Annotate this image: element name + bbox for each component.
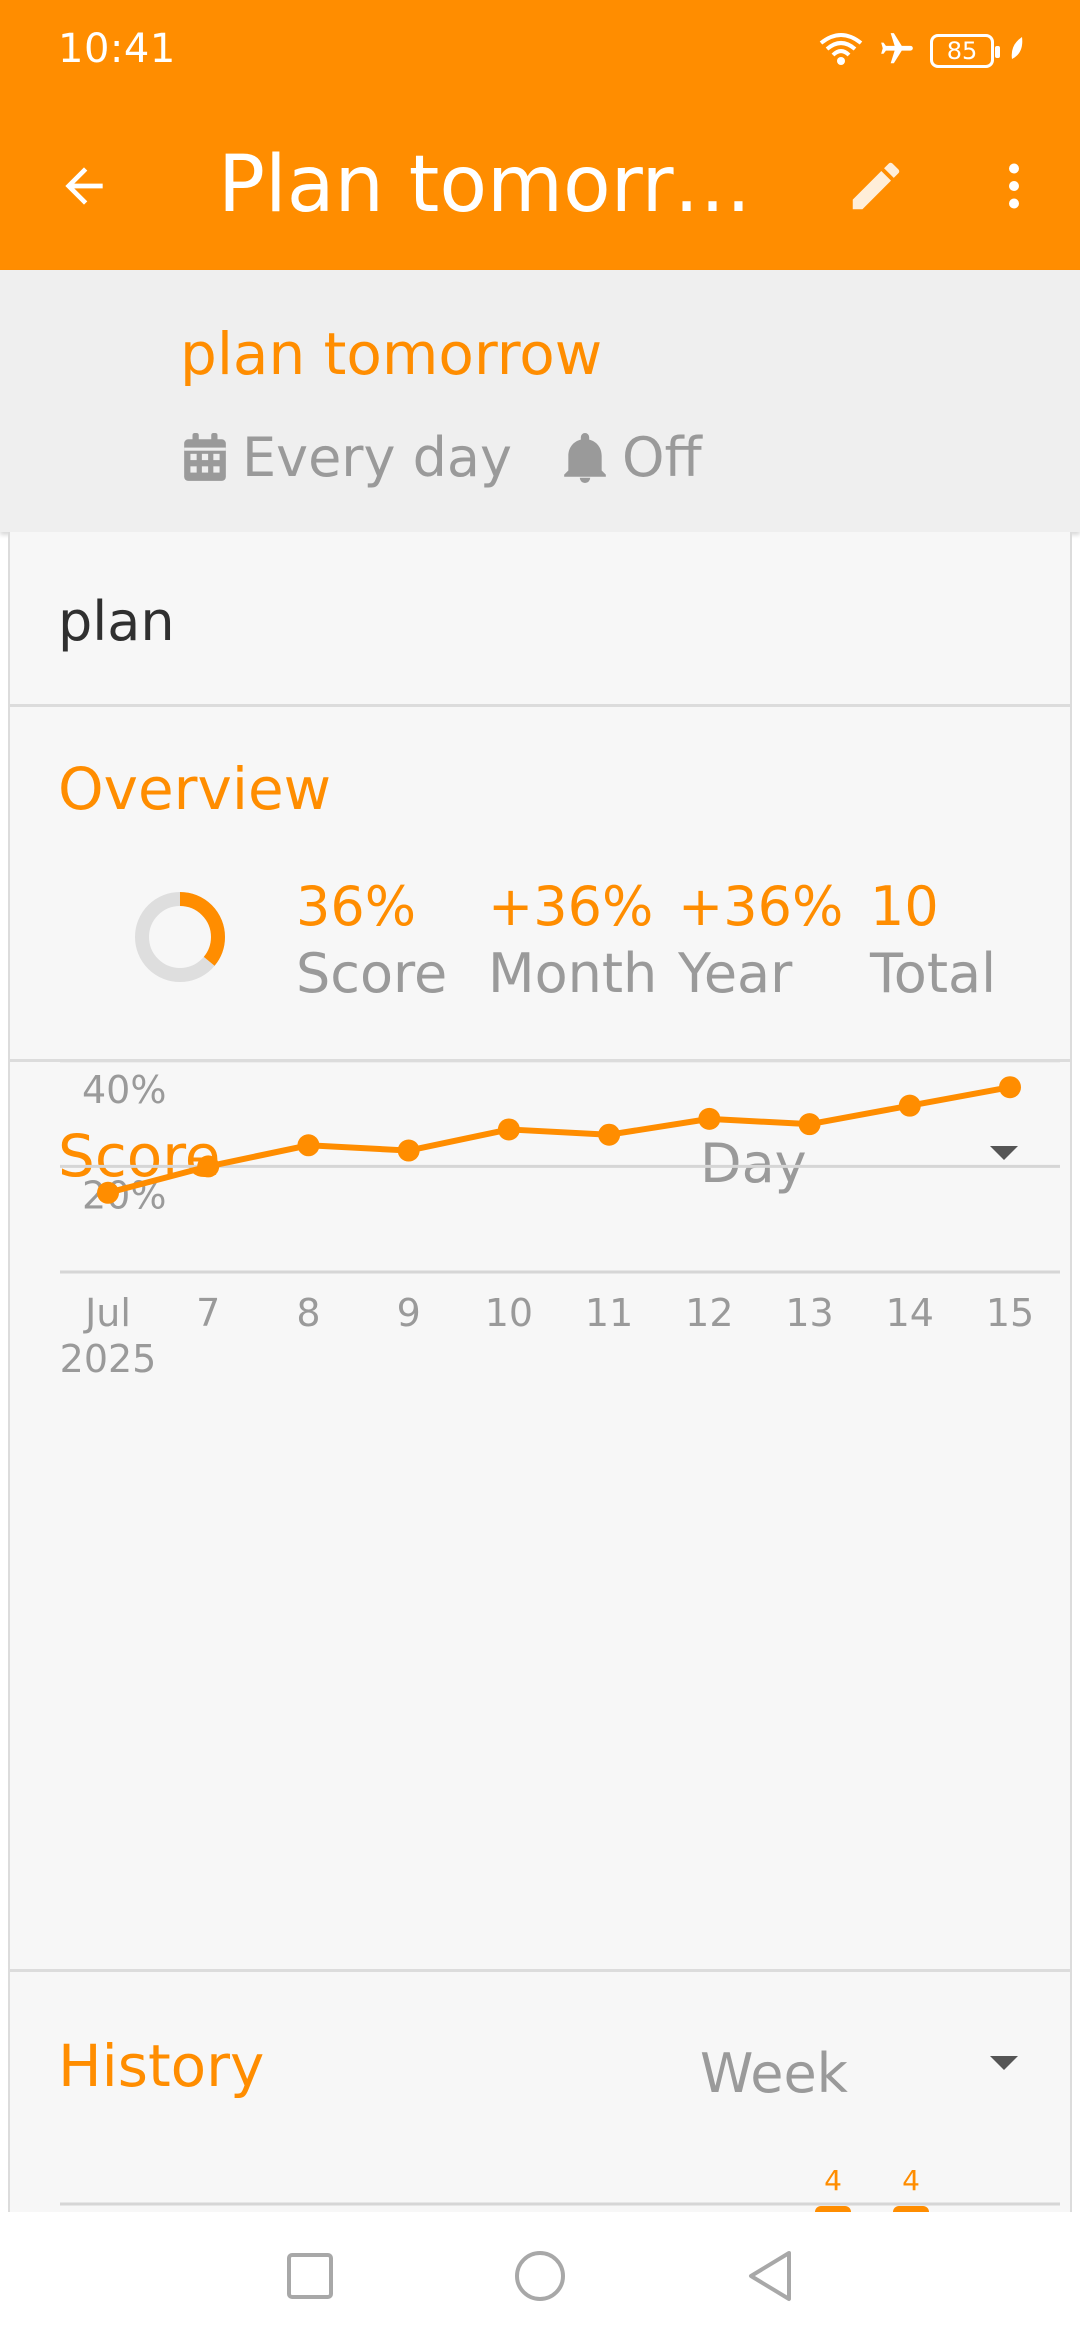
x-tick-label: 8 (296, 1291, 320, 1335)
bell-icon (560, 430, 610, 486)
score-line (107, 1084, 1011, 1196)
score-point (397, 1139, 420, 1162)
score-point (798, 1113, 821, 1136)
stat-month-value: +36% (488, 875, 654, 938)
score-point (497, 1118, 520, 1141)
overview-card: Overview 36% Score +36% Month +36% Year … (10, 707, 1070, 1062)
status-time: 10:41 (58, 26, 176, 72)
battery-level: 85 (946, 37, 978, 65)
habit-details[interactable]: plan Overview 36% Score +36% Month +36% … (8, 532, 1072, 2212)
stat-year-value: +36% (678, 875, 844, 938)
history-card: History Week 44 (10, 1972, 1070, 2212)
status-bar: 10:41 85 (0, 0, 1080, 102)
back-arrow-icon (65, 167, 103, 205)
x-tick-label: Jul (83, 1291, 131, 1335)
score-point (297, 1134, 320, 1157)
edit-pencil-icon (852, 162, 900, 210)
history-bar-label: 4 (824, 2164, 842, 2197)
stat-year-label: Year (678, 942, 793, 1005)
x-year-label: 2025 (60, 1337, 157, 1381)
stat-score-value: 36% (296, 875, 417, 938)
history-chart: 44 (60, 2164, 1060, 2212)
x-tick-label: 13 (785, 1291, 833, 1335)
x-tick-label: 9 (397, 1291, 421, 1335)
battery-saver-leaf-icon (1008, 35, 1026, 67)
edit-button[interactable] (836, 146, 916, 226)
wifi-icon (818, 31, 864, 71)
y-tick-label: 40% (82, 1068, 166, 1112)
history-bar-label: 4 (902, 2164, 920, 2197)
stat-month: +36% Month (488, 875, 657, 1005)
habit-meta: Every day Off (180, 426, 702, 489)
home-circle-icon (515, 2251, 565, 2301)
habit-name: plan tomorrow (180, 320, 603, 388)
home-button[interactable] (500, 2236, 580, 2316)
score-point (698, 1107, 721, 1130)
stat-month-label: Month (488, 942, 658, 1005)
overview-title: Overview (58, 755, 332, 823)
more-vert-icon (1009, 163, 1019, 209)
x-tick-label: 12 (685, 1291, 733, 1335)
back-nav-button[interactable] (730, 2236, 810, 2316)
reminder-text: Off (621, 426, 702, 489)
x-tick-label: 10 (485, 1291, 533, 1335)
score-point (197, 1155, 220, 1178)
score-point (97, 1181, 119, 1204)
stat-score-label: Score (296, 942, 448, 1005)
recents-button[interactable] (270, 2236, 350, 2316)
stat-year: +36% Year (678, 875, 843, 1005)
score-point (999, 1076, 1021, 1099)
airplane-mode-icon (878, 30, 916, 72)
recents-square-icon (287, 2253, 333, 2299)
more-options-button[interactable] (974, 146, 1054, 226)
stat-score: 36% Score (296, 875, 447, 1005)
x-tick-label: 11 (585, 1291, 633, 1335)
app-bar: Plan tomorr… (0, 102, 1080, 270)
score-ring (135, 892, 225, 982)
stat-total-label: Total (870, 942, 997, 1005)
frequency-text: Every day (242, 426, 512, 489)
battery-icon: 85 (930, 34, 1000, 68)
habit-header: plan tomorrow Every day Off (0, 270, 1080, 532)
back-button[interactable] (44, 146, 124, 226)
score-chart: 100%80%60%40%20%Jul7891011121314152025 (60, 1062, 1060, 1381)
habit-notes: plan (58, 590, 175, 653)
x-tick-label: 7 (196, 1291, 220, 1335)
x-tick-label: 14 (886, 1291, 934, 1335)
stat-total: 10 Total (870, 875, 996, 1005)
system-nav-bar (0, 2212, 1080, 2340)
notes-card: plan (10, 532, 1070, 707)
x-tick-label: 15 (986, 1291, 1034, 1335)
back-triangle-icon (749, 2251, 791, 2301)
page-title: Plan tomorr… (218, 140, 752, 230)
score-card: Score Day 100%80%60%40%20%Jul78910111213… (10, 1062, 1070, 1972)
score-point (898, 1094, 921, 1117)
score-point (598, 1123, 621, 1146)
stat-total-value: 10 (870, 875, 939, 938)
status-icons: 85 (818, 30, 1026, 72)
calendar-icon (180, 430, 230, 486)
